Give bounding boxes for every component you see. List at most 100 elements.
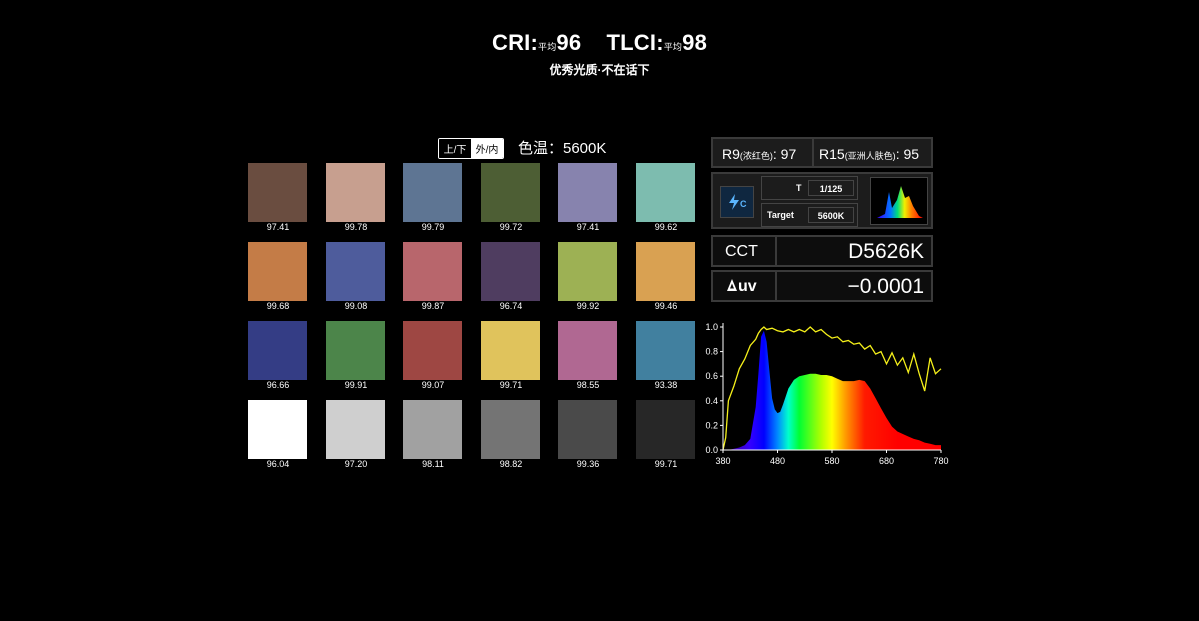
color-swatch [481, 321, 540, 380]
color-swatch [636, 321, 695, 380]
toggle-option-updown[interactable]: 上/下 [439, 139, 471, 158]
x-tick-label: 680 [879, 456, 894, 466]
color-swatch [403, 321, 462, 380]
r9-value: : 97 [772, 146, 797, 162]
duv-label: uv [725, 278, 757, 296]
spectrum-thumbnail[interactable] [870, 177, 928, 225]
y-tick-label: 0.0 [705, 445, 718, 455]
tlci-avg-label: 平均 [663, 42, 683, 52]
color-swatch [558, 400, 617, 459]
spectrum-chart: 0.0 0.2 0.4 0.6 0.8 1.0 380 480 580 680 780 [705, 322, 948, 466]
y-tick-label: 0.4 [705, 396, 718, 406]
tlci-value: 98 [682, 30, 708, 55]
swatch-value: 97.41 [266, 222, 290, 232]
swatch-value: 98.82 [499, 459, 523, 469]
color-swatch [403, 163, 462, 222]
duv-divider [775, 272, 777, 300]
swatch-value: 99.87 [421, 301, 445, 311]
color-swatch [558, 163, 617, 222]
x-tick-label: 580 [824, 456, 839, 466]
target-label: Target [767, 210, 794, 220]
r9-readout: R9(浓红色): 97 [722, 146, 796, 162]
cri-avg-label: 平均 [538, 42, 557, 52]
r-divider [812, 139, 814, 166]
swatch-value: 96.74 [499, 301, 523, 311]
shutter-row: T 1/125 [761, 176, 858, 200]
spectrum-thumbnail-icon [877, 186, 923, 218]
duv-label-text: uv [738, 278, 757, 295]
swatch-value: 99.36 [576, 459, 600, 469]
x-tick-label: 480 [770, 456, 785, 466]
swatch-value: 99.72 [499, 222, 523, 232]
color-swatch [558, 321, 617, 380]
duv-value: −0.0001 [847, 275, 925, 298]
cri-tlci-headline: CRI:平均96 TLCI:平均98 [0, 30, 1199, 56]
swatch-value: 99.68 [266, 301, 290, 311]
x-tick-label: 780 [933, 456, 948, 466]
color-swatch [248, 400, 307, 459]
color-swatch [248, 321, 307, 380]
swatch-value: 99.62 [654, 222, 678, 232]
swatch-value: 96.04 [266, 459, 290, 469]
spectrum-area [723, 330, 941, 450]
y-tick-label: 0.6 [705, 371, 718, 381]
y-tick-label: 1.0 [705, 322, 718, 332]
x-tick-label: 380 [715, 456, 730, 466]
swatch-value: 99.08 [344, 301, 368, 311]
swatch-value: 99.92 [576, 301, 600, 311]
color-swatch [481, 163, 540, 222]
y-tick-label: 0.8 [705, 347, 718, 357]
delta-icon [727, 279, 737, 291]
r9-label: R9 [722, 146, 740, 162]
tagline: 优秀光质·不在话下 [549, 63, 650, 77]
cct-label: CCT [725, 243, 758, 260]
swatch-value: 99.07 [421, 380, 445, 390]
swatch-value: 96.66 [266, 380, 290, 390]
color-swatch [326, 321, 385, 380]
r-values-panel: R9(浓红色): 97 R15(亚洲人肤色): 95 [711, 137, 933, 168]
r15-value: : 95 [895, 146, 920, 162]
swatch-value: 97.20 [344, 459, 368, 469]
svg-text:C: C [740, 199, 747, 209]
cct-value: D5626K [848, 240, 924, 263]
shutter-value: 1/125 [808, 180, 854, 196]
color-swatch [248, 163, 307, 222]
cct-panel: CCT D5626K [711, 235, 933, 267]
color-swatch [558, 242, 617, 301]
color-swatch [636, 163, 695, 222]
r9-sub: (浓红色) [739, 151, 773, 161]
color-swatch [326, 400, 385, 459]
swatch-value: 98.11 [422, 459, 444, 469]
color-swatch [636, 242, 695, 301]
r15-label: R15 [819, 146, 845, 162]
swatch-value: 99.78 [344, 222, 368, 232]
cct-divider [775, 237, 777, 265]
swatch-value: 98.55 [576, 380, 600, 390]
cri-value: 96 [556, 30, 582, 55]
swatch-value: 99.91 [344, 380, 368, 390]
cri-label: CRI: [491, 30, 538, 55]
color-swatch [326, 163, 385, 222]
swatch-value: 99.71 [499, 380, 523, 390]
color-swatch [481, 400, 540, 459]
orientation-toggle[interactable]: 上/下 外/内 [438, 138, 504, 159]
color-swatch [403, 242, 462, 301]
r15-readout: R15(亚洲人肤色): 95 [819, 146, 919, 162]
swatch-value: 99.46 [654, 301, 678, 311]
color-swatch [636, 400, 695, 459]
duv-panel: uv −0.0001 [711, 270, 933, 302]
r15-sub: (亚洲人肤色) [844, 151, 896, 161]
swatch-value: 99.71 [654, 459, 678, 469]
flash-mode-button[interactable]: C [720, 186, 754, 218]
swatch-value: 99.79 [421, 222, 445, 232]
color-temperature-label: 色温：5600K [518, 140, 607, 157]
color-swatch [326, 242, 385, 301]
swatch-value: 93.38 [654, 380, 678, 390]
shutter-label: T [796, 183, 802, 193]
toggle-option-outin[interactable]: 外/内 [471, 139, 503, 158]
target-row: Target 5600K [761, 203, 858, 227]
color-swatch [403, 400, 462, 459]
y-tick-label: 0.2 [705, 420, 718, 430]
color-swatch [248, 242, 307, 301]
exposure-panel: C T 1/125 Target 5600K [711, 172, 933, 229]
